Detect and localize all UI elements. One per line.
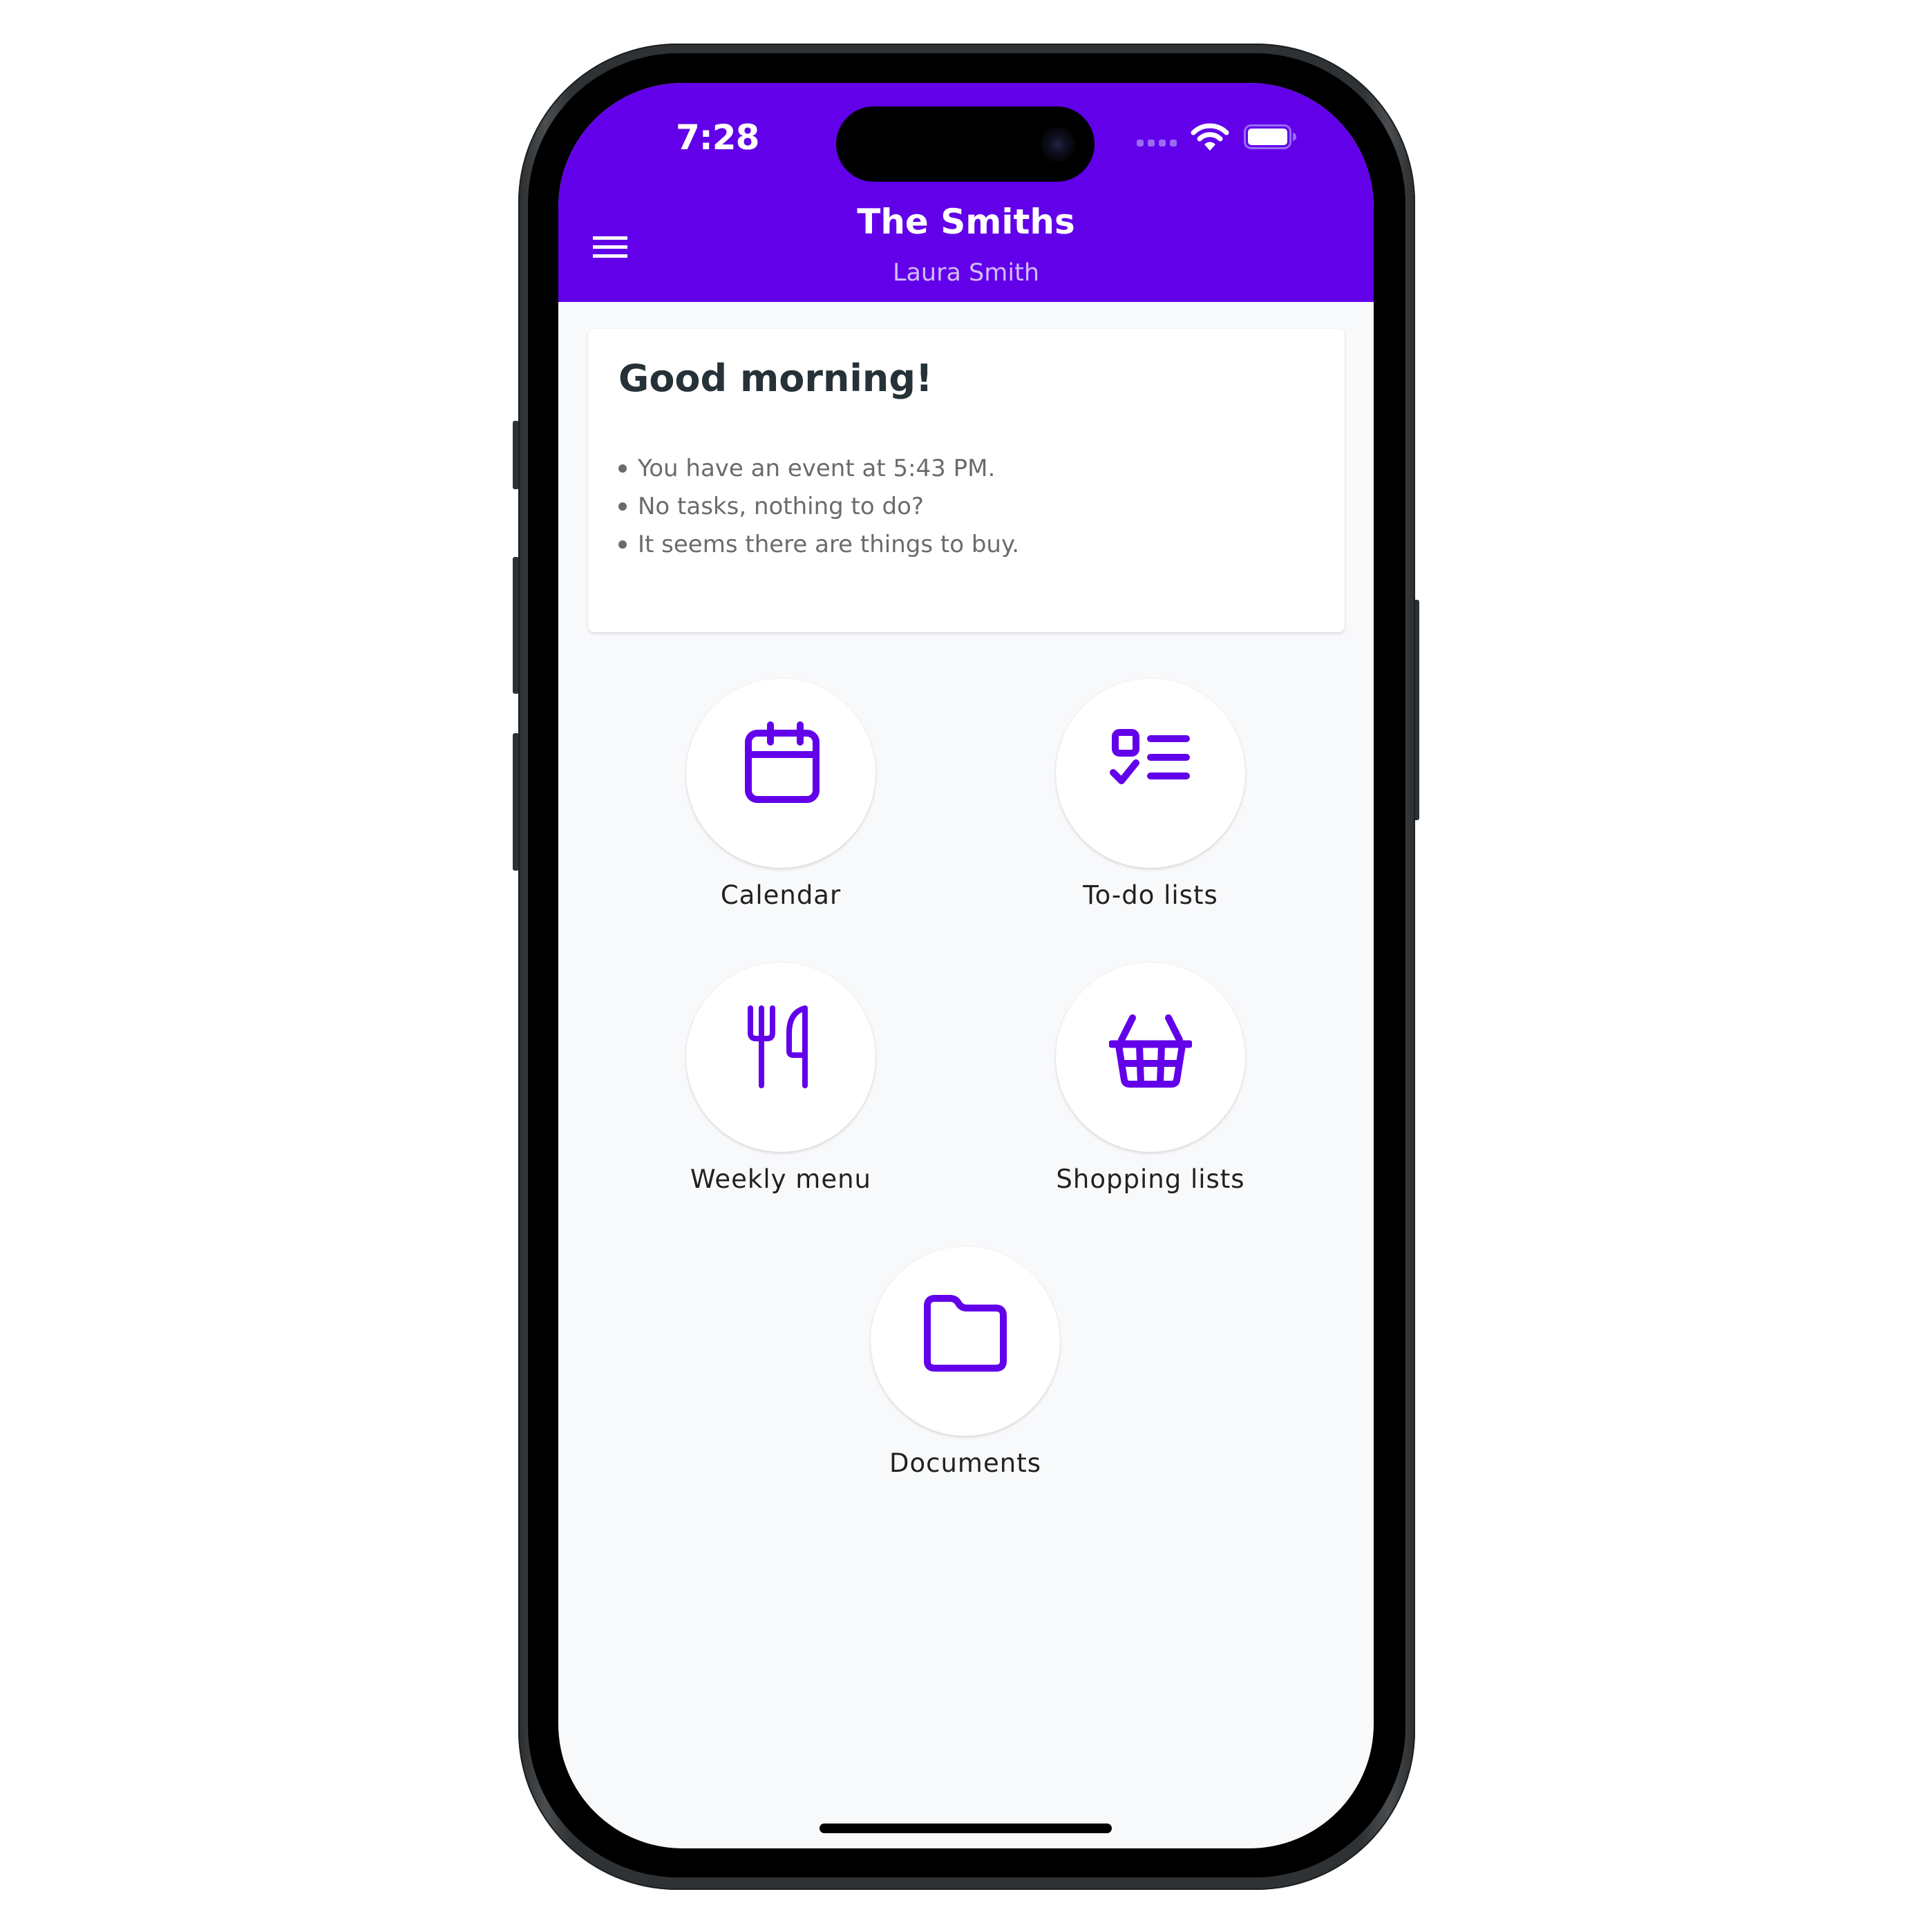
tile-shopping-lists[interactable]: Shopping lists [1026,963,1275,1239]
list-item: You have an event at 5:43 PM. [618,450,1019,488]
signal-dot [1159,140,1166,146]
tile-label: To-do lists [1083,880,1218,910]
bullet-icon [618,502,627,511]
tile-todo-lists[interactable]: To-do lists [1026,679,1275,955]
tile-documents[interactable]: Documents [841,1247,1090,1523]
signal-dot [1137,140,1144,146]
bullet-icon [618,540,627,549]
folder-icon [924,1295,1007,1372]
tile-documents-button[interactable] [871,1247,1060,1436]
status-time: 7:28 [676,117,759,158]
tile-calendar-button[interactable] [686,679,875,868]
shopping-basket-icon [1109,1014,1192,1088]
tile-shopping-lists-button[interactable] [1056,963,1245,1152]
tile-todo-lists-button[interactable] [1056,679,1245,868]
app-header: 7:28 The Smiths Laura Smith [558,83,1374,302]
tile-label: Calendar [720,880,842,910]
signal-dot [1148,140,1155,146]
list-item-text: You have an event at 5:43 PM. [638,455,996,482]
hamburger-menu-icon [593,254,627,258]
hamburger-menu-icon [593,245,627,249]
list-item: It seems there are things to buy. [618,526,1019,564]
home-indicator[interactable] [820,1824,1112,1833]
tile-label: Documents [889,1448,1041,1478]
greeting-card: Good morning! You have an event at 5:43 … [588,329,1345,632]
front-camera-icon [1041,127,1075,162]
tile-calendar[interactable]: Calendar [656,679,905,955]
calendar-icon [745,721,820,803]
signal-dot [1170,140,1177,146]
cellular-signal-icon [1137,140,1177,146]
dynamic-island [836,106,1095,182]
list-item-text: No tasks, nothing to do? [638,493,924,520]
checklist-icon [1110,729,1190,784]
fork-knife-icon [748,1005,808,1088]
page-subtitle: Laura Smith [892,259,1040,287]
tile-label: Weekly menu [690,1164,871,1194]
bullet-icon [618,464,627,473]
list-item: No tasks, nothing to do? [618,488,1019,526]
greeting-list: You have an event at 5:43 PM. No tasks, … [618,450,1019,564]
tile-weekly-menu-button[interactable] [686,963,875,1152]
tile-label: Shopping lists [1056,1164,1245,1194]
list-item-text: It seems there are things to buy. [638,531,1020,558]
page-title: The Smiths [857,202,1075,242]
phone-screen: 7:28 The Smiths Laura Smith Good morning… [558,83,1374,1848]
greeting-title: Good morning! [618,357,933,400]
tile-weekly-menu[interactable]: Weekly menu [656,963,905,1239]
battery-icon [1244,124,1296,149]
wifi-icon [1191,123,1229,151]
